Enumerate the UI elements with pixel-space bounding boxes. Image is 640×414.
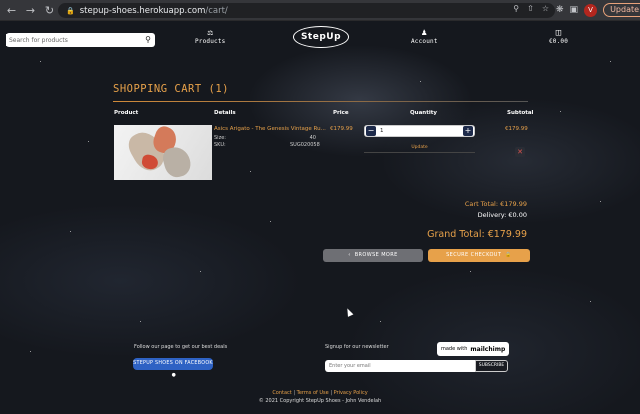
sku-label: SKU:: [214, 142, 226, 148]
newsletter-text: Signup for our newsletter: [325, 344, 389, 350]
item-price: €179.99: [330, 126, 353, 132]
follow-text: Follow our page to get our best deals: [134, 344, 228, 350]
browse-more-label: BROWSE MORE: [354, 252, 398, 258]
nav-account[interactable]: ♟ Account: [411, 28, 438, 45]
facebook-button[interactable]: STEPUP SHOES ON FACEBOOK ●: [133, 358, 213, 378]
profile-avatar[interactable]: V: [584, 3, 598, 17]
page-content: ⚲ ⚖ Products StepUp ♟ Account ◫ €0.00 SH…: [0, 21, 640, 414]
subscribe-button[interactable]: SUBSCRIBE: [475, 360, 508, 372]
extensions-icon[interactable]: ❋: [556, 5, 564, 15]
email-field[interactable]: [325, 360, 475, 372]
facebook-label: STEPUP SHOES ON FACEBOOK: [133, 361, 213, 366]
mailchimp-badge[interactable]: made with mailchimp: [437, 342, 509, 356]
url-host: stepup-shoes.herokuapp.com: [79, 5, 206, 16]
facebook-icon: ●: [169, 373, 177, 378]
col-price: Price: [333, 110, 349, 116]
search-input[interactable]: [6, 34, 140, 46]
mailchimp-prefix: made with: [441, 346, 468, 352]
lock-icon: 🔒: [66, 6, 75, 15]
quantity-stepper: − +: [364, 125, 475, 137]
reload-icon[interactable]: ↻: [42, 3, 57, 18]
lock-icon: 🔒: [501, 252, 512, 258]
browser-toolbar: ← → ↻ 🔒 stepup-shoes.herokuapp.com /cart…: [0, 0, 640, 21]
update-label: Update: [610, 5, 640, 14]
star-icon[interactable]: ☆: [542, 4, 549, 13]
nav-products[interactable]: ⚖ Products: [195, 28, 226, 45]
checkout-label: SECURE CHECKOUT: [446, 252, 502, 258]
cart-total: Cart Total: €179.99: [464, 200, 527, 208]
contact-link[interactable]: Contact: [272, 390, 291, 396]
address-bar[interactable]: 🔒 stepup-shoes.herokuapp.com /cart/ ⚲ ⇧ …: [58, 3, 555, 18]
size-value: 40: [309, 135, 316, 141]
forward-icon[interactable]: →: [23, 3, 38, 18]
sidebar-icon[interactable]: ▣: [570, 5, 579, 15]
item-subtotal: €179.99: [505, 126, 528, 132]
privacy-link[interactable]: Privacy Policy: [334, 390, 368, 396]
search-icon[interactable]: ⚲: [142, 34, 154, 46]
update-link[interactable]: Update: [364, 145, 475, 153]
increment-button[interactable]: +: [463, 126, 473, 136]
lens-icon[interactable]: ⚲: [513, 4, 519, 13]
decrement-button[interactable]: −: [366, 126, 376, 136]
page-title: SHOPPING CART (1): [113, 83, 229, 95]
search-bar: ⚲: [6, 33, 155, 47]
col-subtotal: Subtotal: [507, 110, 534, 116]
share-icon[interactable]: ⇧: [527, 4, 534, 13]
url-path: /cart/: [205, 5, 228, 16]
grand-total: Grand Total: €179.99: [427, 229, 527, 240]
quantity-input[interactable]: [376, 126, 463, 136]
product-name[interactable]: Asics Arigato - The Genesis Vintage Ru..…: [214, 126, 326, 132]
terms-link[interactable]: Terms of Use: [297, 390, 329, 396]
title-divider: [113, 101, 528, 102]
browser-update-button[interactable]: Update ⋮: [603, 3, 640, 17]
back-icon[interactable]: ←: [4, 3, 19, 18]
products-icon: ⚖: [207, 28, 214, 38]
nav-products-label: Products: [195, 38, 226, 45]
sku-value: SUG020058: [290, 142, 320, 148]
account-icon: ♟: [421, 28, 428, 38]
mailchimp-logo: mailchimp: [470, 345, 506, 353]
delivery-cost: Delivery: €0.00: [477, 211, 527, 219]
browse-more-button[interactable]: ‹ BROWSE MORE: [323, 249, 423, 262]
bag-icon: ◫: [555, 28, 562, 38]
col-quantity: Quantity: [410, 110, 437, 116]
remove-item-icon[interactable]: ✕: [515, 147, 525, 157]
nav-account-label: Account: [411, 38, 438, 45]
nav-bag[interactable]: ◫ €0.00: [549, 28, 568, 45]
nav-bag-total: €0.00: [549, 38, 569, 45]
secure-checkout-button[interactable]: SECURE CHECKOUT 🔒: [428, 249, 530, 262]
product-image[interactable]: [114, 125, 212, 180]
copyright-text: © 2021 Copyright StepUp Shoes - John Ven…: [258, 398, 382, 404]
col-details: Details: [214, 110, 236, 116]
footer-links: Contact | Terms of Use | Privacy Policy: [0, 390, 640, 396]
mouse-cursor: [344, 307, 354, 317]
site-logo[interactable]: StepUp: [293, 26, 349, 48]
size-label: Size:: [214, 135, 226, 141]
col-product: Product: [114, 110, 139, 116]
